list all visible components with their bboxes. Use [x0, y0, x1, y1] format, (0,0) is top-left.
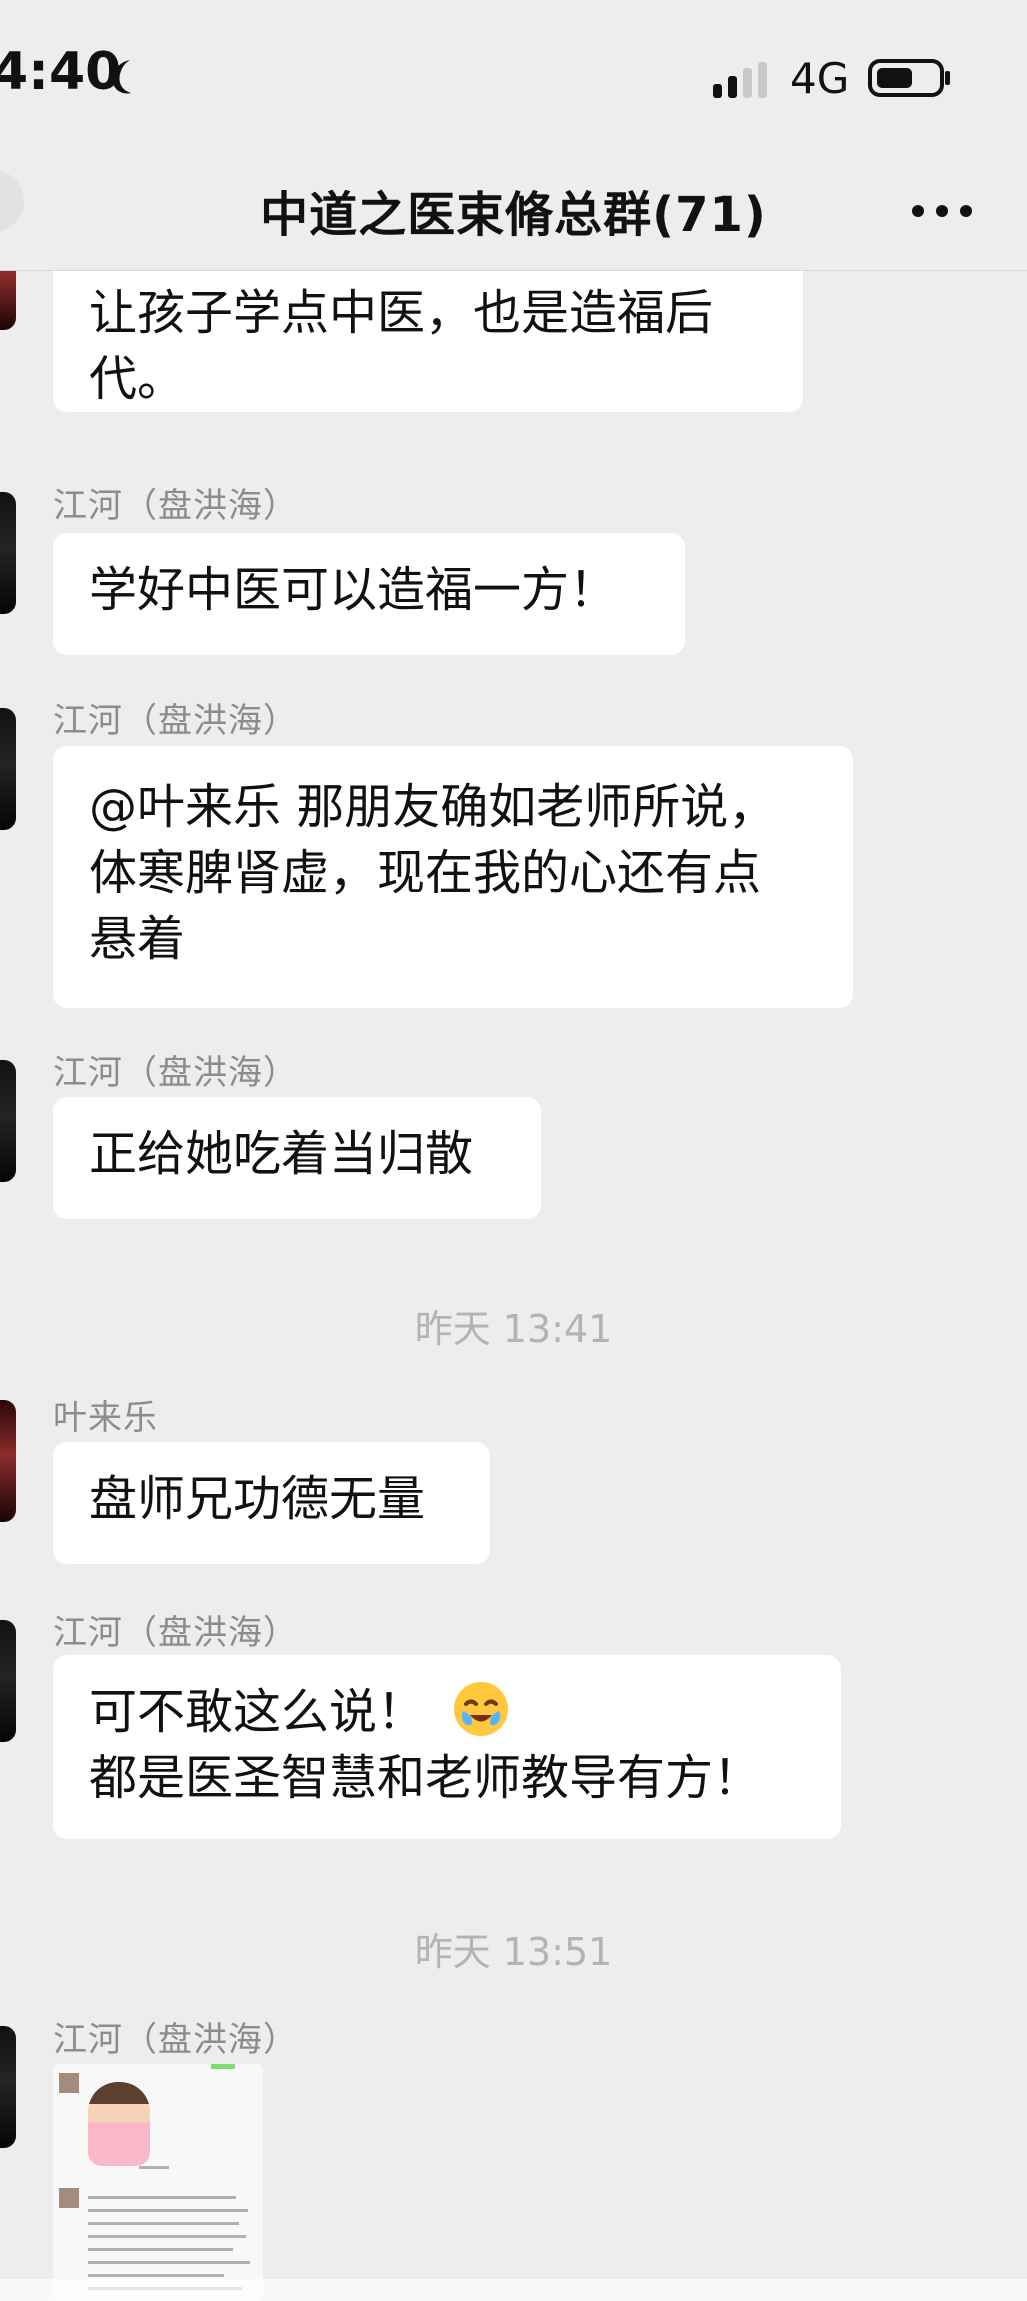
avatar[interactable] [0, 492, 16, 614]
more-options-icon[interactable] [910, 202, 974, 220]
message-bubble[interactable]: 学好中医可以造福一方！ [53, 533, 685, 655]
image-text-line [139, 2166, 169, 2169]
image-text-line [88, 2274, 224, 2277]
message-timestamp: 昨天 13:51 [414, 1930, 613, 1974]
status-bar: 4:40 4G [0, 0, 1027, 140]
image-avatar [59, 2188, 79, 2208]
sender-name: 叶来乐 [53, 1398, 158, 1438]
sender-name: 江河（盘洪海） [53, 1613, 298, 1653]
message-bubble[interactable]: 盘师兄功德无量 [53, 1442, 490, 1564]
chat-screenshot-thumbnail[interactable] [53, 2064, 263, 2301]
sender-name: 江河（盘洪海） [53, 1053, 298, 1093]
avatar[interactable] [0, 270, 16, 330]
sender-name: 江河（盘洪海） [53, 486, 298, 526]
signal-strength-icon [713, 62, 767, 98]
message-text-line: 可不敢这么说！ [89, 1684, 426, 1740]
image-text-line [88, 2209, 248, 2212]
image-text-line [88, 2196, 236, 2199]
avatar[interactable] [0, 2026, 16, 2148]
image-text-line [88, 2248, 233, 2251]
chat-message-list[interactable]: 让孩子学点中医，也是造福后 代。 江河（盘洪海） 学好中医可以造福一方！ 江河（… [0, 270, 1027, 2301]
sender-name: 江河（盘洪海） [53, 701, 298, 741]
page-title: 中道之医束脩总群(71) [260, 187, 767, 243]
battery-icon [868, 59, 950, 97]
moon-icon [112, 60, 131, 94]
message-bubble[interactable]: @叶来乐 那朋友确如老师所说， 体寒脾肾虚，现在我的心还有点 悬着 [53, 746, 853, 1008]
network-label: 4G [790, 54, 850, 103]
image-text-line [88, 2222, 239, 2225]
message-bubble[interactable]: 可不敢这么说！ 都是医圣智慧和老师教导有方！ [53, 1655, 841, 1839]
doll-avatar-icon [88, 2082, 150, 2166]
message-timestamp: 昨天 13:41 [414, 1307, 613, 1351]
avatar[interactable] [0, 1620, 16, 1742]
avatar[interactable] [0, 1060, 16, 1182]
avatar[interactable] [0, 1400, 16, 1522]
bottom-input-edge [0, 2279, 1027, 2301]
image-avatar [59, 2073, 79, 2093]
image-text-line [88, 2261, 250, 2264]
image-text-line [88, 2235, 246, 2238]
message-text-line: 都是医圣智慧和老师教导有方！ [89, 1750, 762, 1806]
message-bubble[interactable]: 让孩子学点中医，也是造福后 代。 [53, 270, 803, 412]
face-with-hand-over-mouth-crying-emoji [454, 1682, 509, 1736]
avatar[interactable] [0, 708, 16, 830]
chat-header: 中道之医束脩总群(71) [0, 150, 1027, 271]
sender-name: 江河（盘洪海） [53, 2020, 298, 2060]
message-bubble[interactable]: 正给她吃着当归散 [53, 1097, 541, 1219]
image-accent-bar [211, 2064, 235, 2069]
